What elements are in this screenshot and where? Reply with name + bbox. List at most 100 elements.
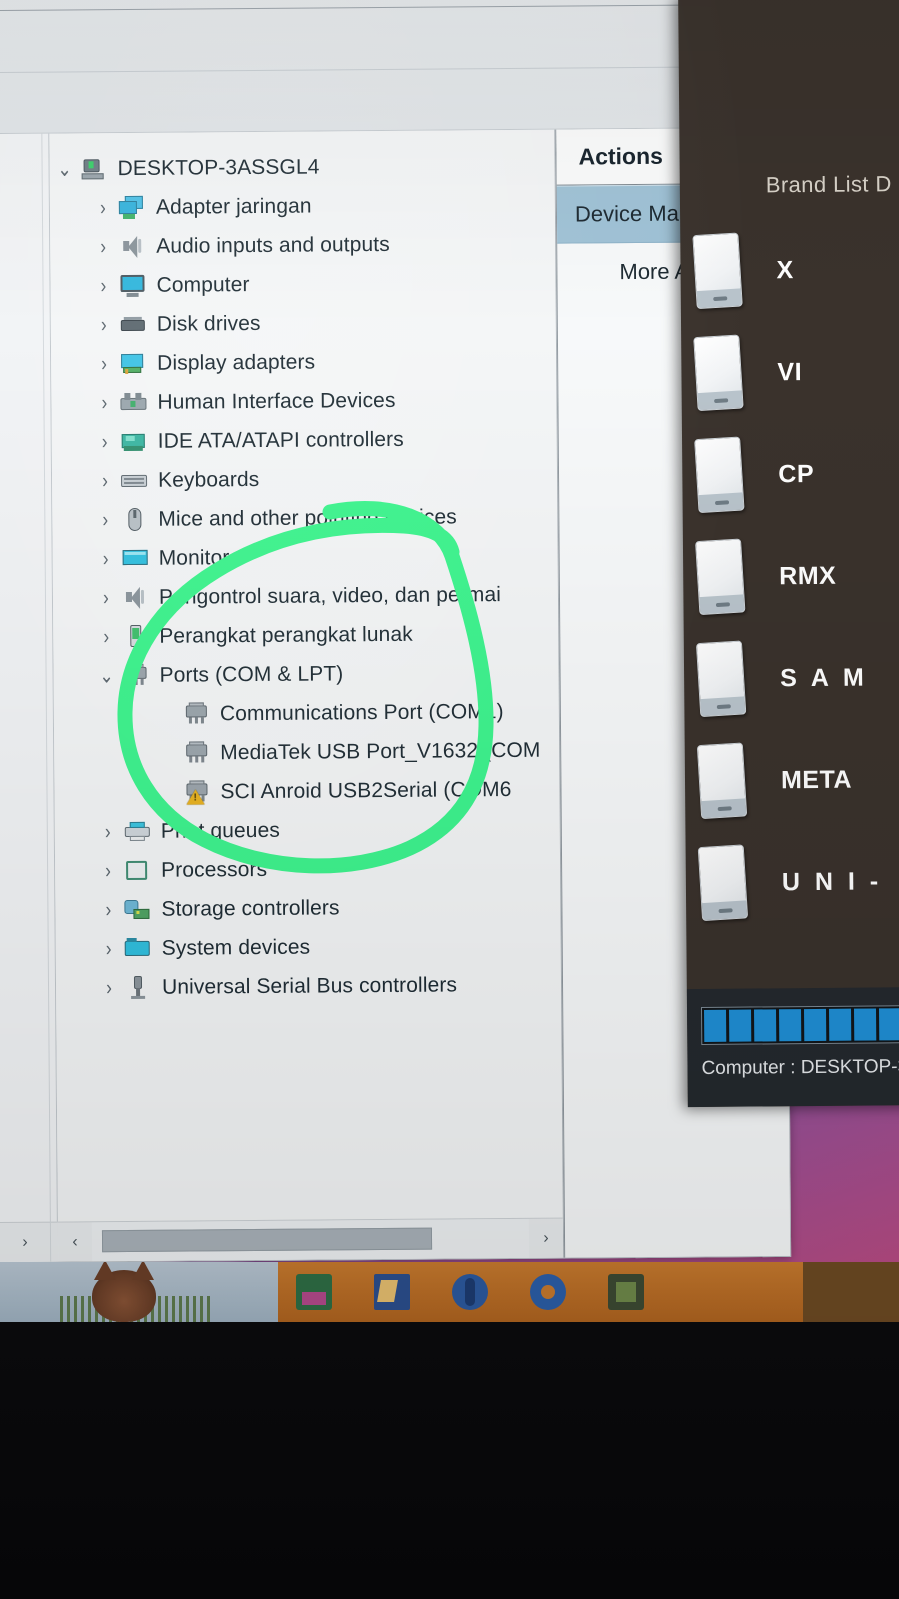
chevron-right-icon[interactable]: › — [89, 313, 119, 337]
scroll-right-arrow[interactable]: › — [528, 1218, 564, 1258]
tree-item[interactable]: ⌄ DESKTOP-3ASSGL4 — [49, 146, 554, 189]
tree-item-label: Monitor — [158, 545, 230, 570]
tree-item-label: Adapter jaringan — [155, 194, 312, 219]
chevron-right-icon[interactable]: › — [93, 859, 123, 883]
tree-item[interactable]: SCI Anroid USB2Serial (COM6 — [54, 770, 559, 813]
tree-item[interactable]: › Storage controllers — [55, 887, 560, 930]
chevron-right-icon[interactable]: › — [94, 937, 124, 961]
device-manager-body: › ⌄ DESKTOP-3ASSGL4 › Adapter jaringan › Audi… — [0, 127, 791, 1263]
chevron-right-icon[interactable]: › — [90, 508, 120, 532]
chevron-right-icon[interactable]: › — [91, 625, 121, 649]
tool-footer: Computer : DESKTOP-3 — [686, 986, 899, 1108]
chevron-right-icon[interactable]: › — [89, 352, 119, 376]
phone-icon — [695, 640, 747, 718]
taskbar-right-area — [803, 1262, 899, 1322]
taskbar[interactable] — [0, 1262, 899, 1322]
tree-item[interactable]: › Disk drives — [51, 302, 556, 345]
device-tree-pane[interactable]: ⌄ DESKTOP-3ASSGL4 › Adapter jaringan › Audio … — [49, 129, 565, 1262]
tree-item-label: Disk drives — [156, 311, 261, 336]
phone-icon — [695, 538, 746, 616]
tool-icon[interactable] — [608, 1274, 644, 1310]
scroll-track[interactable] — [91, 1218, 530, 1262]
brand-row[interactable]: CP — [694, 422, 899, 526]
tree-item[interactable]: › Display adapters — [51, 341, 556, 384]
speaker-icon — [118, 233, 148, 259]
system-device-icon — [124, 935, 154, 961]
tree-item-label: Audio inputs and outputs — [156, 232, 390, 258]
phone-icon — [697, 844, 749, 922]
tree-item-label: Human Interface Devices — [157, 388, 396, 414]
tool-title: Brand List D — [765, 171, 892, 198]
device-manager-window[interactable]: › ⌄ DESKTOP-3ASSGL4 › Adapter jaringan › Audi… — [0, 0, 792, 1264]
tree-item[interactable]: › Mice and other pointing devices — [52, 497, 557, 540]
tree-item[interactable]: › Perangkat perangkat lunak — [53, 614, 558, 657]
brand-row[interactable]: META — [696, 728, 899, 832]
scroll-thumb[interactable] — [101, 1227, 433, 1253]
tree-item-label: IDE ATA/ATAPI controllers — [157, 427, 404, 453]
edge-icon[interactable] — [452, 1274, 488, 1310]
tree-item[interactable]: › Monitor — [53, 536, 558, 579]
chevron-right-icon[interactable]: › — [88, 235, 118, 259]
tree-item[interactable]: › System devices — [56, 926, 561, 969]
tree-item[interactable]: Communications Port (COM1) — [54, 692, 559, 735]
settings-icon[interactable] — [530, 1274, 566, 1310]
brand-list-tool-window[interactable]: Brand List D X VI CP RMX S A M META U N I - Co… — [678, 0, 899, 1108]
brand-row[interactable]: RMX — [695, 524, 899, 628]
chevron-right-icon[interactable]: › — [88, 196, 118, 220]
scroll-left-arrow[interactable]: ‹ — [57, 1222, 93, 1262]
file-explorer-icon[interactable] — [374, 1274, 410, 1310]
software-device-icon — [121, 623, 151, 649]
window-chrome — [0, 0, 782, 135]
speaker-icon — [121, 584, 151, 610]
tree-item[interactable]: › Print queues — [55, 809, 560, 852]
chevron-right-icon[interactable]: › — [94, 976, 124, 1000]
tree-item[interactable]: › Adapter jaringan — [50, 185, 555, 228]
brand-row[interactable]: S A M — [695, 626, 899, 730]
chrome-divider — [0, 3, 781, 12]
hid-icon — [119, 389, 149, 415]
chevron-right-icon[interactable]: › — [91, 547, 121, 571]
tree-item[interactable]: › Processors — [55, 848, 560, 891]
laptop-bezel — [0, 1322, 899, 1599]
tree-item[interactable]: MediaTek USB Port_V1632 (COM — [54, 731, 559, 774]
chevron-down-icon[interactable]: ⌄ — [50, 157, 80, 181]
chevron-right-icon[interactable]: › — [90, 430, 120, 454]
chevron-down-icon[interactable]: ⌄ — [92, 664, 122, 688]
printer-icon — [123, 818, 153, 844]
tree-item[interactable]: › Pengontrol suara, video, dan permai — [53, 575, 558, 618]
brand-name: X — [776, 255, 794, 284]
chevron-right-icon[interactable]: › — [89, 391, 119, 415]
tree-item-label: SCI Anroid USB2Serial (COM6 — [220, 777, 512, 803]
brand-name: CP — [778, 459, 815, 488]
tree-horizontal-scrollbar[interactable]: ‹ › — [57, 1217, 564, 1262]
chevron-right-icon[interactable]: › — [93, 820, 123, 844]
tree-item[interactable]: › Audio inputs and outputs — [50, 224, 555, 267]
laptop-screen: › ⌄ DESKTOP-3ASSGL4 › Adapter jaringan › Audi… — [0, 0, 899, 1322]
chevron-right-icon[interactable]: › — [90, 469, 120, 493]
progress-segment — [754, 1009, 777, 1042]
store-icon[interactable] — [296, 1274, 332, 1310]
tree-item[interactable]: ⌄ Ports (COM & LPT) — [53, 653, 558, 696]
brand-name: VI — [777, 357, 803, 386]
tree-item[interactable]: › Human Interface Devices — [51, 380, 556, 423]
chevron-right-icon[interactable]: › — [88, 274, 118, 298]
tree-item[interactable]: › Computer — [50, 263, 555, 306]
progress-segment — [704, 1009, 727, 1042]
taskbar-icons[interactable] — [278, 1262, 803, 1322]
phone-icon — [692, 232, 743, 310]
phone-icon — [694, 436, 745, 514]
brand-row[interactable]: U N I - — [697, 830, 899, 934]
progress-segment — [879, 1008, 899, 1041]
port-warning-icon — [182, 779, 212, 805]
processor-icon — [123, 857, 153, 883]
brand-row[interactable]: VI — [693, 320, 899, 424]
gutter-scroll-arrow[interactable]: › — [0, 1221, 59, 1263]
chevron-right-icon[interactable]: › — [91, 586, 121, 610]
progress-segment — [779, 1009, 802, 1042]
brand-row[interactable]: X — [692, 218, 899, 322]
tree-item[interactable]: › IDE ATA/ATAPI controllers — [52, 419, 557, 462]
chevron-right-icon[interactable]: › — [93, 898, 123, 922]
tree-item[interactable]: › Universal Serial Bus controllers — [56, 965, 561, 1008]
tree-item[interactable]: › Keyboards — [52, 458, 557, 501]
disk-drive-icon — [119, 311, 149, 337]
